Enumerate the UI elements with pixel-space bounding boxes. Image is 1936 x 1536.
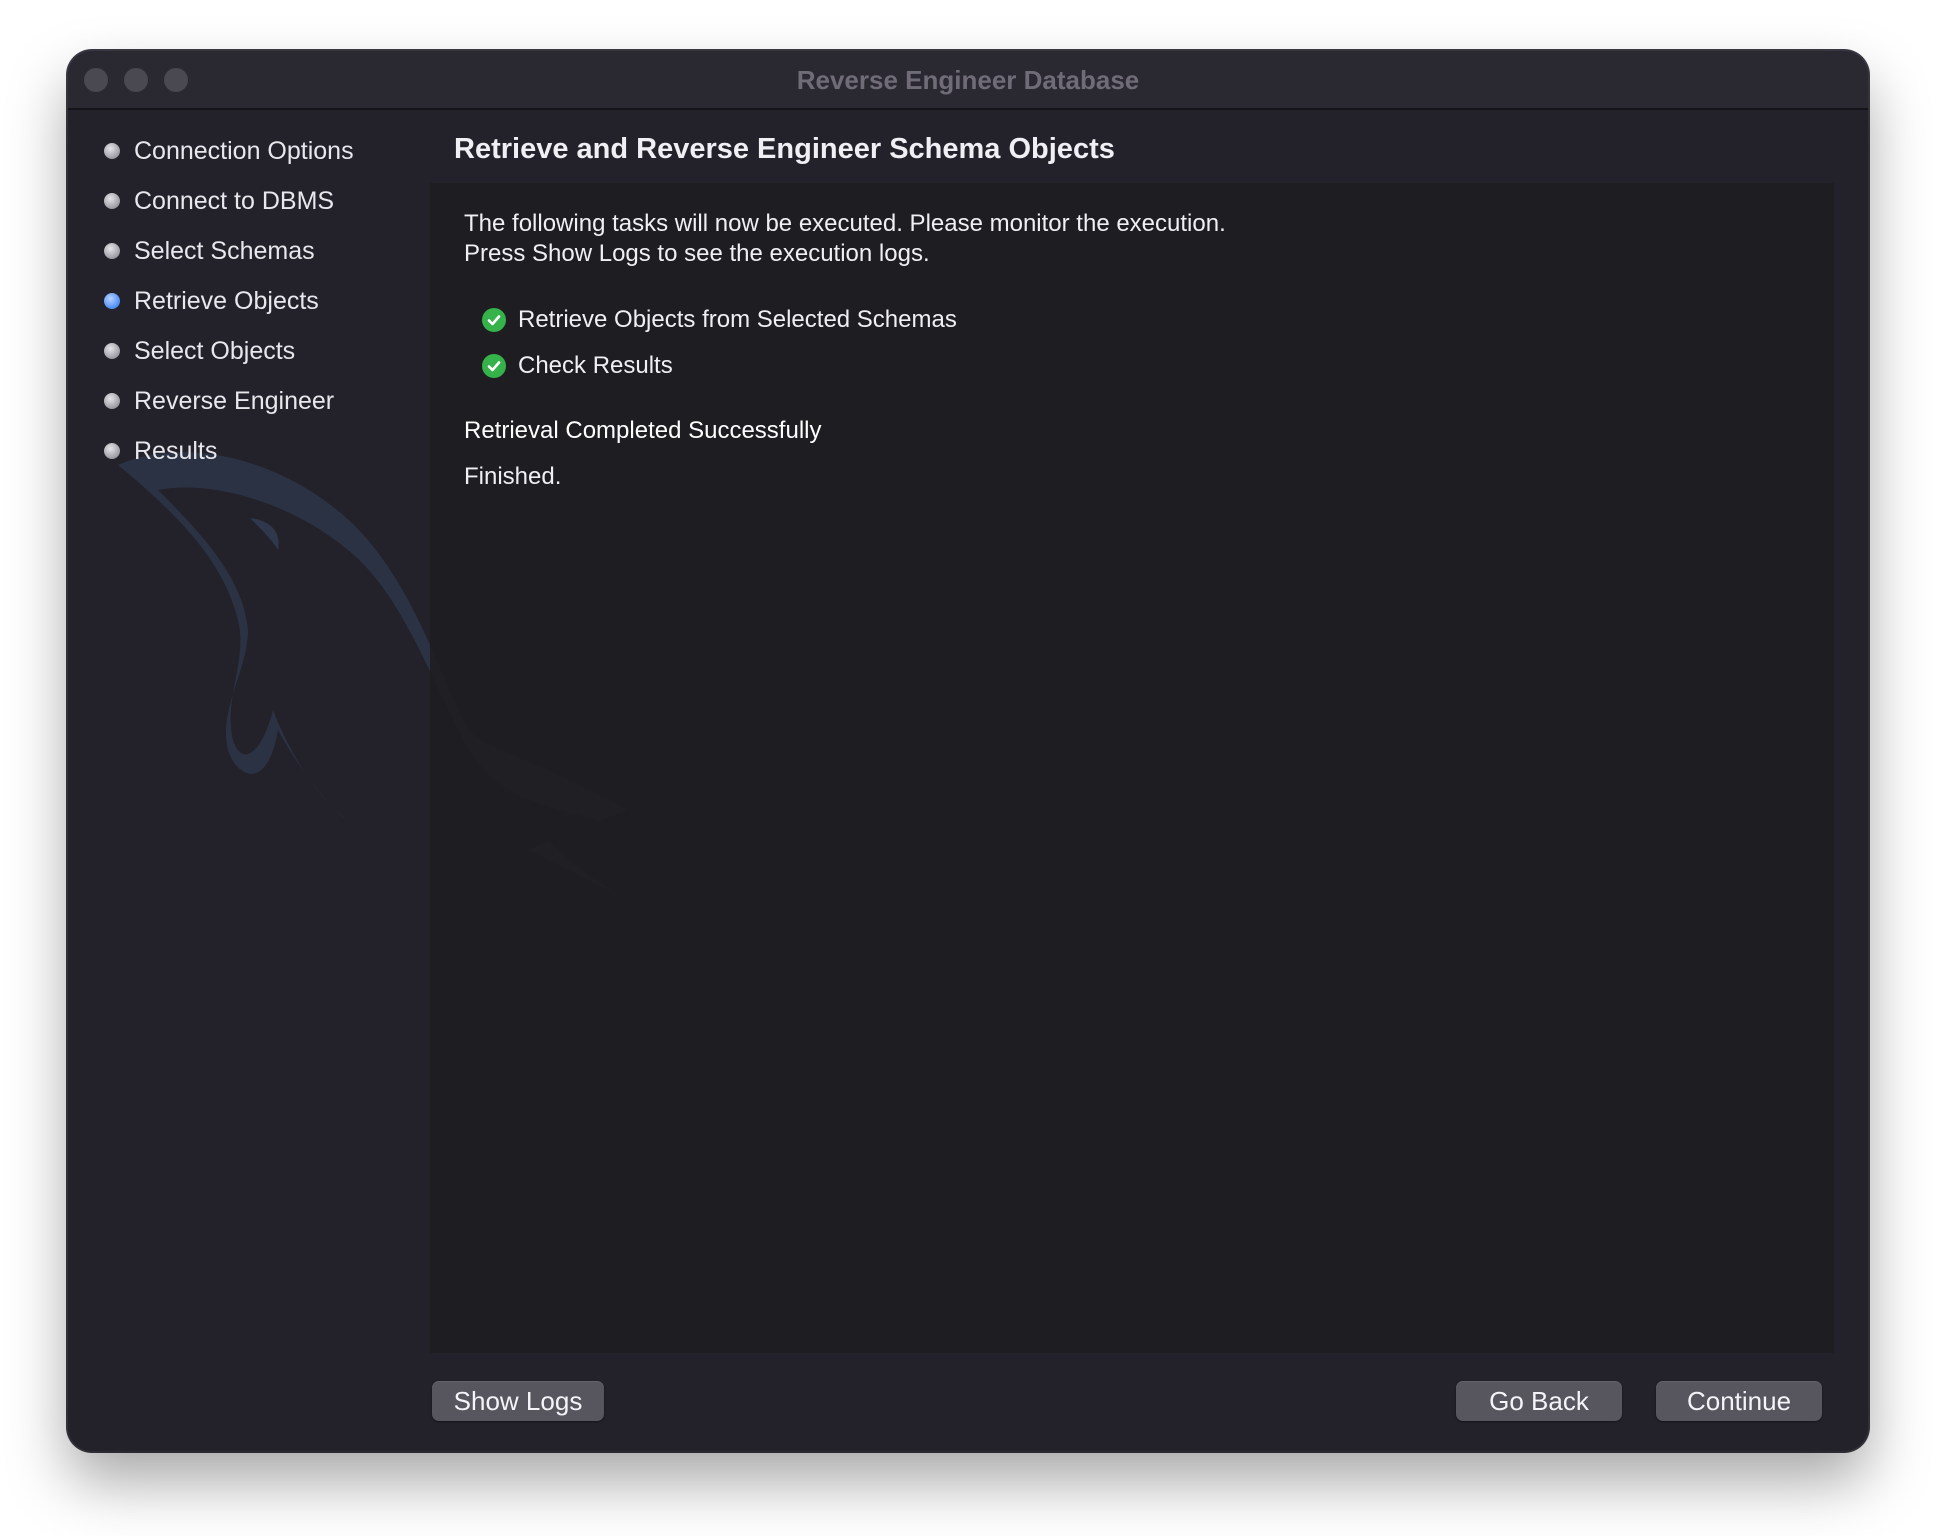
sidebar-step-label: Connection Options bbox=[134, 136, 354, 165]
step-pending-indicator-icon bbox=[104, 443, 120, 459]
page-title: Retrieve and Reverse Engineer Schema Obj… bbox=[454, 133, 1115, 165]
reverse-engineer-window: Reverse Engineer Database Connection Opt… bbox=[68, 51, 1868, 1451]
step-current-indicator-icon bbox=[104, 293, 120, 309]
sidebar-step-select-objects: Select Objects bbox=[104, 333, 295, 369]
task-item-check-results: Check Results bbox=[482, 349, 673, 383]
title-bar: Reverse Engineer Database bbox=[68, 51, 1868, 110]
step-pending-indicator-icon bbox=[104, 343, 120, 359]
sidebar-step-label: Select Schemas bbox=[134, 236, 315, 265]
step-pending-indicator-icon bbox=[104, 393, 120, 409]
task-label: Retrieve Objects from Selected Schemas bbox=[518, 306, 957, 333]
task-description: The following tasks will now be executed… bbox=[464, 209, 1226, 269]
description-line: The following tasks will now be executed… bbox=[464, 210, 1226, 237]
sidebar-step-select-schemas: Select Schemas bbox=[104, 233, 315, 269]
sidebar-step-connection-options: Connection Options bbox=[104, 133, 354, 169]
status-title: Retrieval Completed Successfully bbox=[464, 417, 822, 444]
sidebar-step-results: Results bbox=[104, 433, 217, 469]
sidebar-step-connect-to-dbms: Connect to DBMS bbox=[104, 183, 334, 219]
task-label: Check Results bbox=[518, 352, 673, 379]
show-logs-button[interactable]: Show Logs bbox=[432, 1381, 604, 1421]
continue-button[interactable]: Continue bbox=[1656, 1381, 1822, 1421]
sidebar-step-label: Select Objects bbox=[134, 336, 296, 365]
task-item-retrieve-objects: Retrieve Objects from Selected Schemas bbox=[482, 303, 957, 337]
description-line: Press Show Logs to see the execution log… bbox=[464, 240, 930, 267]
sidebar-step-label: Reverse Engineer bbox=[134, 386, 335, 415]
go-back-button[interactable]: Go Back bbox=[1456, 1381, 1622, 1421]
check-circle-icon bbox=[482, 308, 506, 332]
window-title: Reverse Engineer Database bbox=[796, 65, 1140, 95]
sidebar-step-label: Results bbox=[134, 436, 218, 465]
sidebar-step-reverse-engineer: Reverse Engineer bbox=[104, 383, 334, 419]
check-circle-icon bbox=[482, 354, 506, 378]
sidebar-step-retrieve-objects: Retrieve Objects bbox=[104, 283, 319, 319]
sidebar-step-label: Retrieve Objects bbox=[134, 286, 319, 315]
step-done-indicator-icon bbox=[104, 143, 120, 159]
step-done-indicator-icon bbox=[104, 243, 120, 259]
status-message: Finished. bbox=[464, 463, 562, 490]
sidebar-step-label: Connect to DBMS bbox=[134, 186, 335, 215]
step-done-indicator-icon bbox=[104, 193, 120, 209]
